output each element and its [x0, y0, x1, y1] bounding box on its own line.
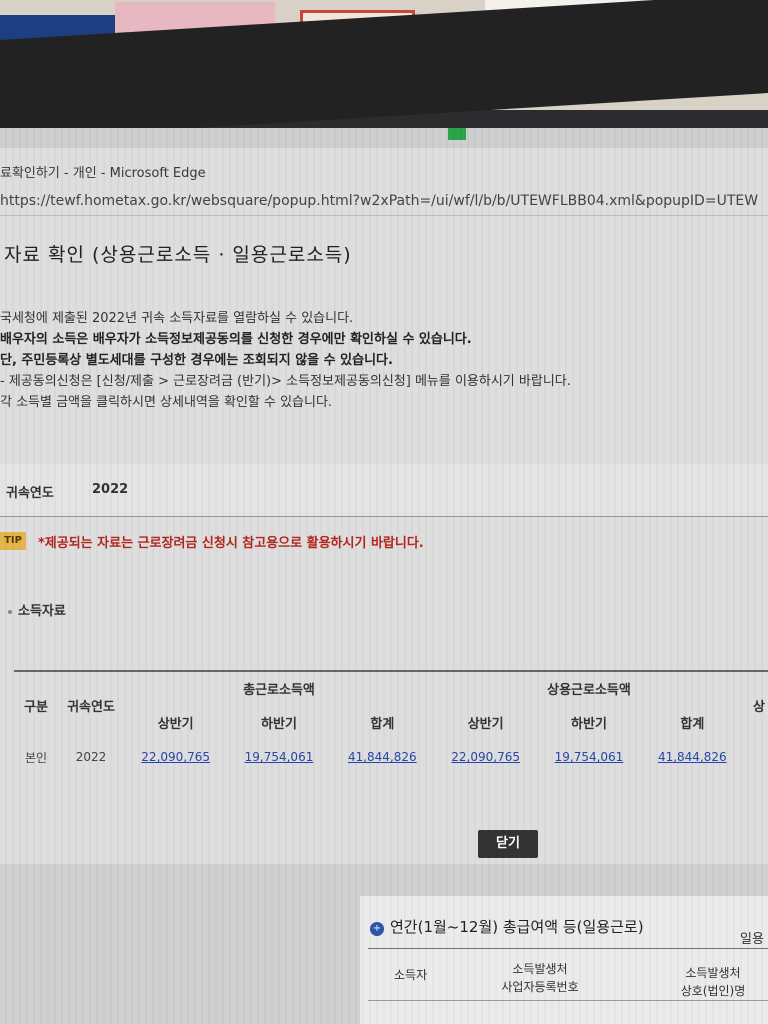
underlying-col-biz-name: 소득발생처 상호(법인)명	[658, 964, 768, 1000]
income-table: 구분 귀속연도 총근로소득액 상용근로소득액 상 상반기 하반기 합계 상반기 …	[14, 670, 768, 775]
tip-text: *제공되는 자료는 근로장려금 신청시 참고용으로 활용하시기 바랍니다.	[38, 536, 424, 551]
cell-category: 본인	[24, 750, 48, 765]
underlying-col-biz-no-line2: 사업자등록번호	[501, 980, 579, 994]
year-label: 귀속연도	[6, 486, 54, 501]
url-text[interactable]: https://tewf.hometax.go.kr/websquare/pop…	[0, 193, 758, 209]
notice-line: - 제공동의신청은 [신청/제출 > 근로장려금 (반기)> 소득정보제공동의신…	[0, 374, 571, 389]
col-overflow: 상	[744, 670, 768, 739]
close-button[interactable]: 닫기	[478, 830, 538, 858]
underlying-col-biz-name-line1: 소득발생처	[685, 966, 741, 980]
underlying-col-biz-no: 소득발생처 사업자등록번호	[490, 960, 590, 996]
address-bar[interactable]: https://tewf.hometax.go.kr/websquare/pop…	[0, 190, 768, 216]
table-subheader-row: 상반기 하반기 합계 상반기 하반기 합계	[14, 705, 768, 739]
section-title-text: 소득자료	[18, 604, 66, 619]
notice-line: 단, 주민등록상 별도세대를 구성한 경우에는 조회되지 않을 수 있습니다.	[0, 353, 393, 368]
underlying-col-biz-name-line2: 상호(법인)명	[680, 984, 746, 998]
col-group-total: 총근로소득액	[124, 670, 434, 705]
col-regular-second: 하반기	[571, 716, 607, 732]
notice-line: 배우자의 소득은 배우자가 소득정보제공동의를 신청한 경우에만 확인하실 수 …	[0, 332, 472, 347]
divider	[0, 516, 768, 517]
col-regular-first: 상반기	[467, 716, 504, 732]
total-sum-link[interactable]: 41,844,826	[348, 750, 417, 764]
browser-tab-strip	[0, 128, 768, 148]
excel-tab-icon[interactable]	[448, 128, 466, 140]
col-total-first: 상반기	[157, 716, 194, 732]
total-first-link[interactable]: 22,090,765	[141, 750, 210, 764]
total-second-link[interactable]: 19,754,061	[245, 750, 314, 764]
window-titlebar: 료확인하기 - 개인 - Microsoft Edge	[0, 158, 768, 184]
year-value: 2022	[92, 482, 129, 497]
cell-year: 2022	[75, 750, 107, 764]
divider	[368, 1000, 768, 1001]
underlying-col-worker: 소득자	[394, 968, 428, 982]
regular-second-link[interactable]: 19,754,061	[555, 750, 624, 764]
bullet-icon	[8, 609, 12, 614]
table-header-row: 구분 귀속연도 총근로소득액 상용근로소득액 상	[14, 670, 768, 739]
underlying-title-text: 연간(1월~12월) 총급여액 등(일용근로)	[390, 918, 644, 936]
notice-line: 국세청에 제출된 2022년 귀속 소득자료를 열람하실 수 있습니다.	[0, 311, 354, 326]
table-row: 본인 2022 22,090,765 19,754,061 41,844,826…	[14, 739, 768, 775]
plus-icon[interactable]: +	[370, 922, 384, 936]
regular-first-link[interactable]: 22,090,765	[451, 750, 520, 764]
regular-sum-link[interactable]: 41,844,826	[658, 750, 727, 764]
col-total-second: 하반기	[261, 716, 297, 732]
divider	[368, 948, 768, 949]
col-year: 귀속연도	[58, 670, 124, 739]
col-group-regular: 상용근로소득액	[433, 670, 744, 705]
underlying-col-biz-no-line1: 소득발생처	[512, 962, 568, 976]
page-title: 자료 확인 (상용근로소득 · 일용근로소득)	[4, 244, 352, 266]
underlying-extra-label: 일용	[740, 932, 764, 947]
col-total-sum: 합계	[370, 716, 395, 732]
cell-overflow	[744, 739, 768, 775]
monitor-screen: 료확인하기 - 개인 - Microsoft Edge https://tewf…	[0, 128, 768, 1024]
notice-list: 국세청에 제출된 2022년 귀속 소득자료를 열람하실 수 있습니다. 배우자…	[0, 308, 768, 413]
year-filter-row: 귀속연도 2022	[0, 464, 768, 516]
col-regular-sum: 합계	[680, 716, 705, 732]
underlying-section-title: + 연간(1월~12월) 총급여액 등(일용근로)	[370, 916, 644, 937]
tip-badge: TIP	[0, 532, 26, 550]
notice-line: 각 소득별 금액을 클릭하시면 상세내역을 확인할 수 있습니다.	[0, 395, 333, 410]
window-title: 료확인하기 - 개인 - Microsoft Edge	[0, 166, 206, 181]
section-title: 소득자료	[8, 600, 66, 619]
col-category: 구분	[14, 670, 58, 739]
